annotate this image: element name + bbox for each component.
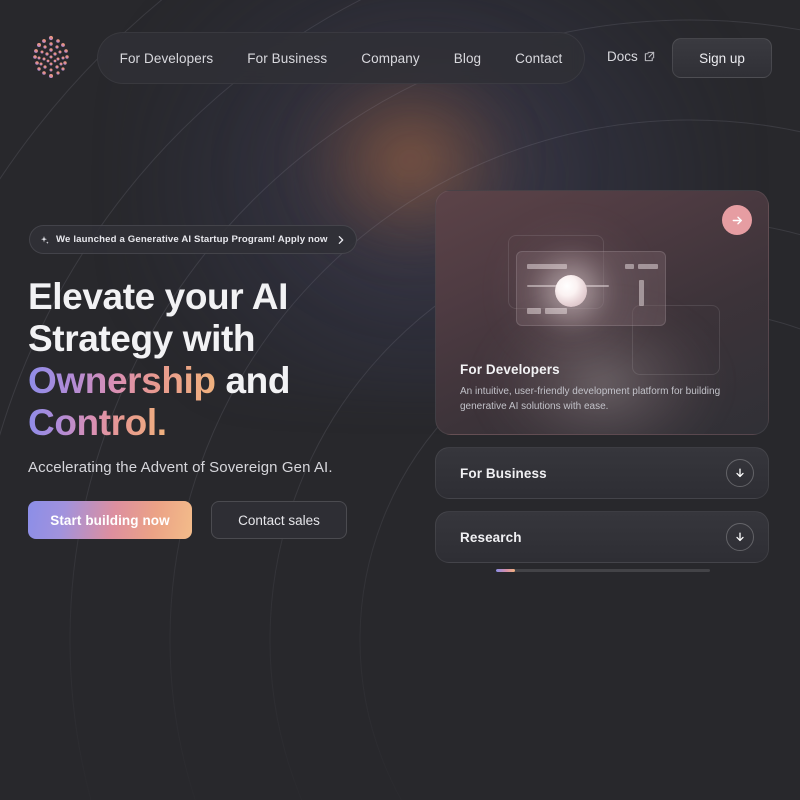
sparkle-icon (41, 235, 49, 244)
nav-item-for-developers[interactable]: For Developers (120, 51, 214, 66)
carousel-progress-fill (496, 569, 516, 572)
card-arrow-button[interactable] (722, 205, 752, 235)
primary-nav: For Developers For Business Company Blog… (97, 32, 585, 84)
docs-link[interactable]: Docs (607, 49, 655, 64)
announcement-text: We launched a Generative AI Startup Prog… (56, 234, 328, 245)
illustration-sphere (555, 275, 587, 307)
cta-row: Start building now Contact sales (28, 501, 347, 539)
chevron-right-icon (338, 235, 343, 244)
start-building-label: Start building now (50, 512, 170, 528)
announcement-badge[interactable]: We launched a Generative AI Startup Prog… (29, 225, 357, 254)
card-title: For Developers (460, 362, 560, 377)
site-header: For Developers For Business Company Blog… (0, 0, 800, 112)
arrow-down-icon (736, 468, 744, 478)
card-for-developers[interactable]: For Developers An intuitive, user-friend… (435, 190, 769, 435)
card-description: An intuitive, user-friendly development … (460, 386, 721, 412)
illustration-panel (516, 251, 666, 326)
card-expand-button[interactable] (726, 459, 754, 487)
nav-item-contact[interactable]: Contact (515, 51, 562, 66)
page-root: For Developers For Business Company Blog… (0, 0, 800, 800)
start-building-button[interactable]: Start building now (28, 501, 192, 539)
nav-item-company[interactable]: Company (361, 51, 419, 66)
external-link-icon (644, 51, 654, 62)
dotted-sphere-logo-icon[interactable] (28, 32, 74, 80)
headline-gradient-ownership: Ownership (28, 360, 216, 401)
card-collapsed-title: For Business (460, 465, 547, 481)
docs-label: Docs (607, 49, 638, 64)
card-expand-button[interactable] (726, 523, 754, 551)
contact-sales-button[interactable]: Contact sales (211, 501, 347, 539)
headline-line-2: Strategy with (28, 318, 256, 359)
headline-line-1: Elevate your AI (28, 276, 288, 317)
nav-item-for-business[interactable]: For Business (247, 51, 327, 66)
headline-line-3-rest: and (215, 360, 291, 401)
card-text-block: For Developers An intuitive, user-friend… (436, 362, 768, 434)
nav-item-blog[interactable]: Blog (454, 51, 481, 66)
signup-label: Sign up (699, 50, 745, 66)
accordion-card-stack: For Developers An intuitive, user-friend… (435, 190, 769, 563)
arrow-right-icon (732, 216, 742, 224)
page-title: Elevate your AI Strategy with Ownership … (28, 276, 448, 444)
carousel-progress-bar[interactable] (496, 569, 710, 572)
card-for-business[interactable]: For Business (435, 447, 769, 499)
contact-sales-label: Contact sales (238, 512, 320, 528)
card-research[interactable]: Research (435, 511, 769, 563)
arrow-down-icon (736, 532, 744, 542)
headline-gradient-control: Control. (28, 402, 167, 443)
card-collapsed-title: Research (460, 529, 522, 545)
signup-button[interactable]: Sign up (672, 38, 772, 78)
page-subtitle: Accelerating the Advent of Sovereign Gen… (28, 459, 333, 476)
